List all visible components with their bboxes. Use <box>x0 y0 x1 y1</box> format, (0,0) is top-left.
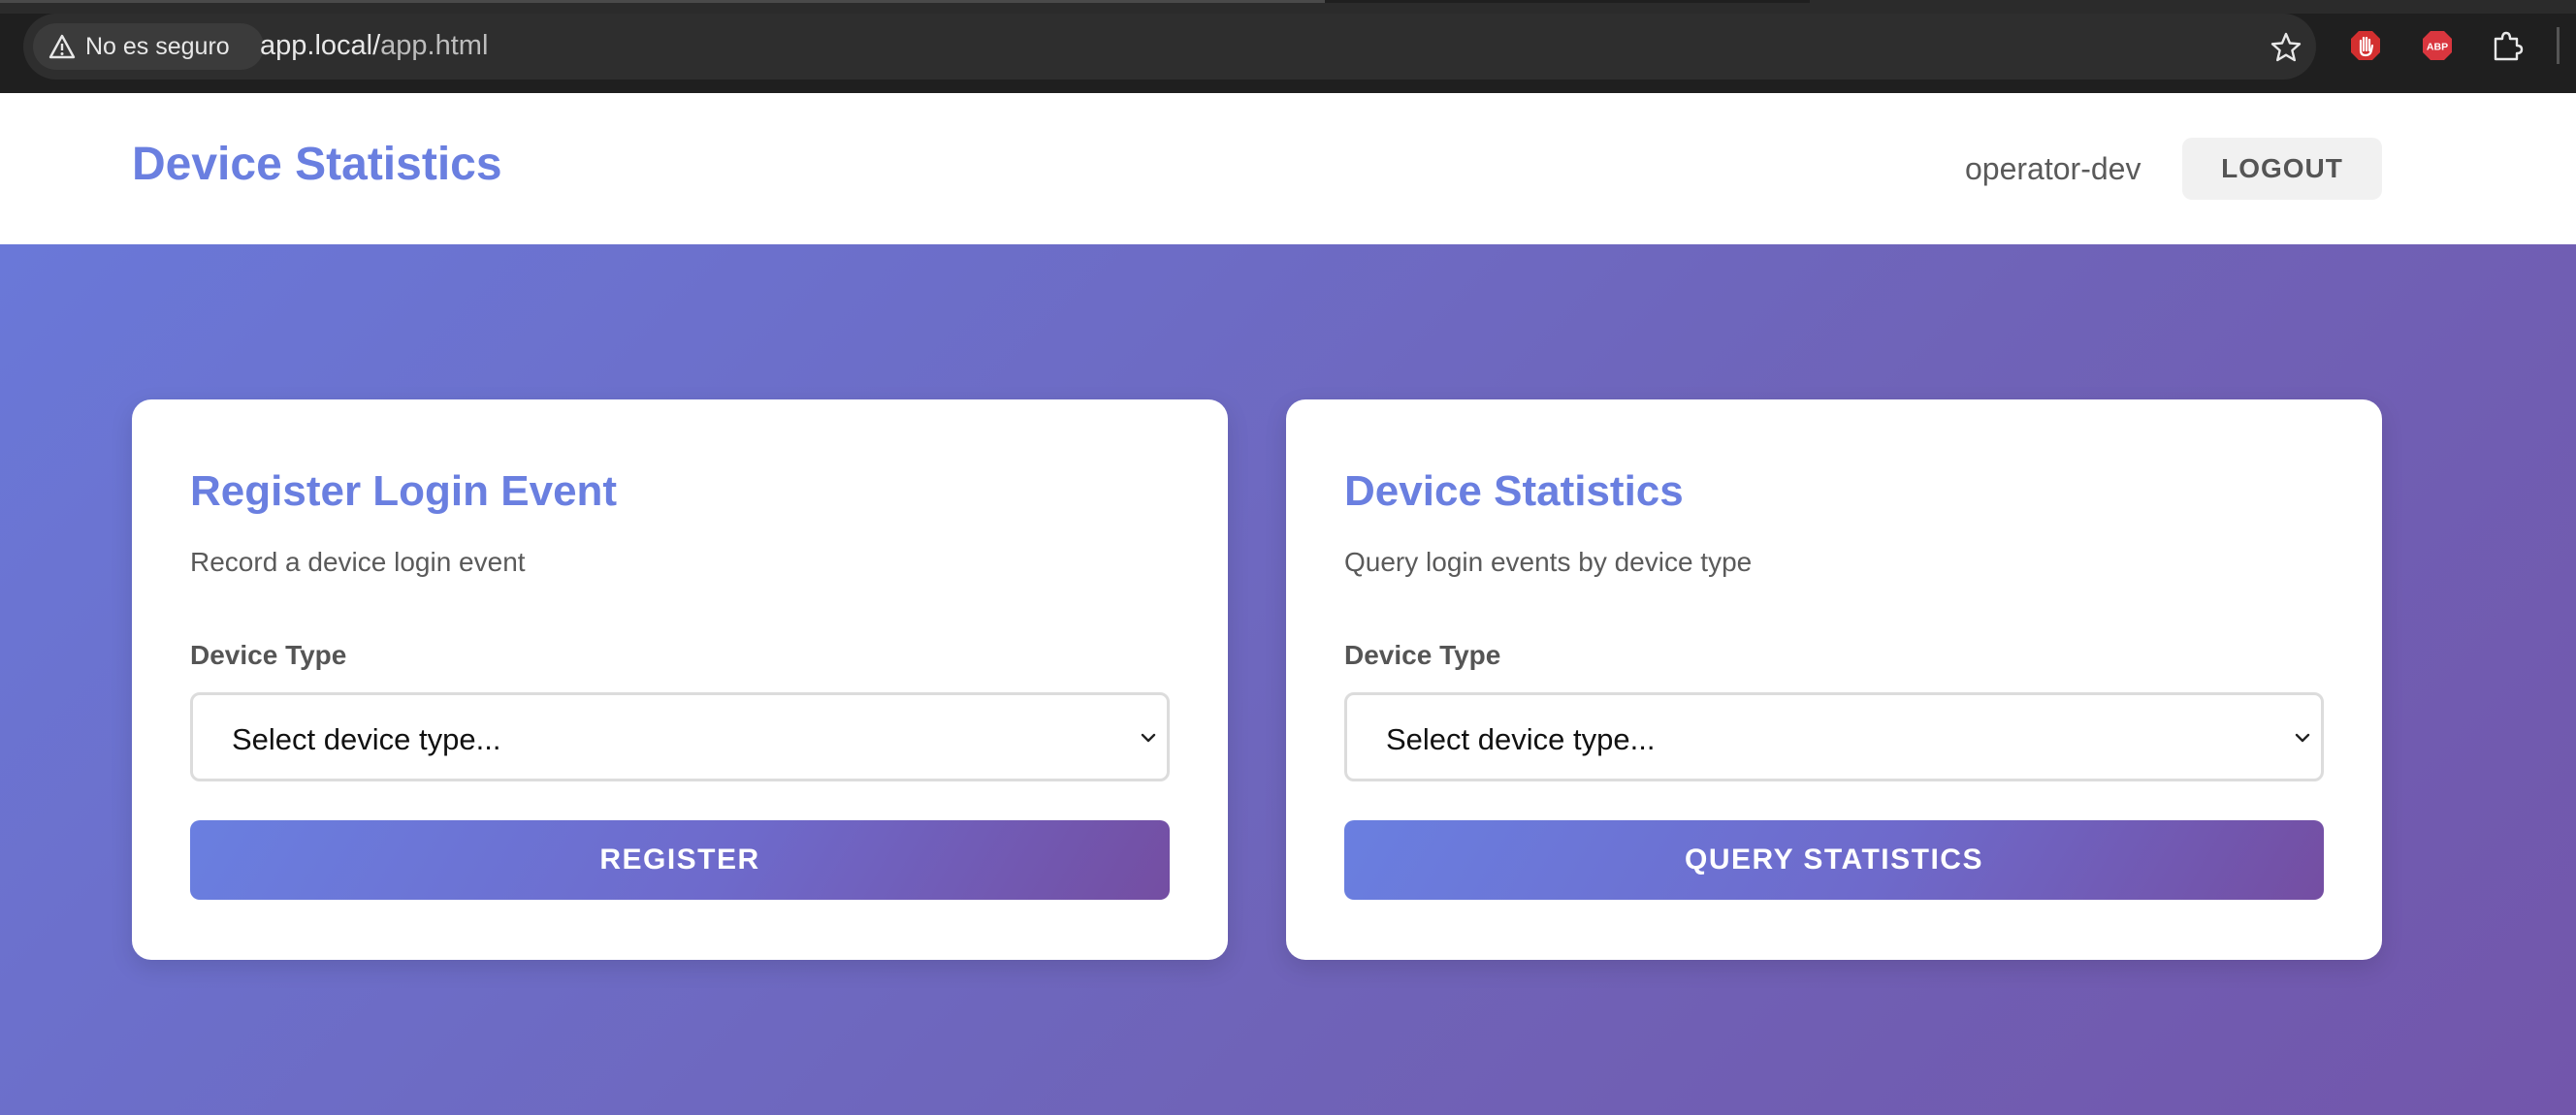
adblock-extension-icon[interactable]: ABP <box>2421 29 2454 62</box>
stats-card-description: Query login events by device type <box>1344 547 1753 577</box>
register-button[interactable]: REGISTER <box>190 820 1170 900</box>
star-icon[interactable] <box>2270 31 2302 64</box>
register-card-title: Register Login Event <box>190 467 618 515</box>
window-edge <box>2557 27 2560 64</box>
tab-strip <box>0 0 2576 14</box>
device-statistics-card: Device Statistics Query login events by … <box>1286 399 2382 960</box>
main-content: Register Login Event Record a device log… <box>0 244 2576 1115</box>
url-path: app.html <box>380 30 489 61</box>
puzzle-extension-icon[interactable] <box>2491 29 2524 62</box>
stats-select-value: Select device type... <box>1386 722 1656 756</box>
register-select-value: Select device type... <box>232 722 501 756</box>
chevron-down-icon <box>1141 733 1156 743</box>
chevron-down-icon <box>2295 733 2310 743</box>
register-card-description: Record a device login event <box>190 547 526 577</box>
stats-card-title: Device Statistics <box>1344 467 1684 515</box>
svg-text:ABP: ABP <box>2427 42 2448 53</box>
username-label: operator-dev <box>1965 151 2141 186</box>
stats-device-type-label: Device Type <box>1344 640 1501 670</box>
register-device-type-select[interactable]: Select device type... <box>190 692 1170 781</box>
logout-button[interactable]: LOGOUT <box>2182 138 2382 200</box>
query-statistics-button[interactable]: QUERY STATISTICS <box>1344 820 2324 900</box>
url-host: app.local/ <box>260 30 381 61</box>
browser-chrome: No es seguro app.local/app.html ABP <box>0 0 2576 93</box>
url-text[interactable]: app.local/app.html <box>260 30 488 62</box>
security-label: No es seguro <box>85 32 230 60</box>
app-title: Device Statistics <box>132 139 502 190</box>
warning-icon <box>48 34 76 59</box>
security-chip[interactable]: No es seguro <box>33 23 264 70</box>
register-device-type-label: Device Type <box>190 640 347 670</box>
address-bar[interactable]: No es seguro app.local/app.html <box>23 14 2316 80</box>
app-header: Device Statistics operator-dev LOGOUT <box>0 93 2576 244</box>
stop-hand-extension-icon[interactable] <box>2349 29 2382 62</box>
stats-device-type-select[interactable]: Select device type... <box>1344 692 2324 781</box>
register-login-card: Register Login Event Record a device log… <box>132 399 1228 960</box>
